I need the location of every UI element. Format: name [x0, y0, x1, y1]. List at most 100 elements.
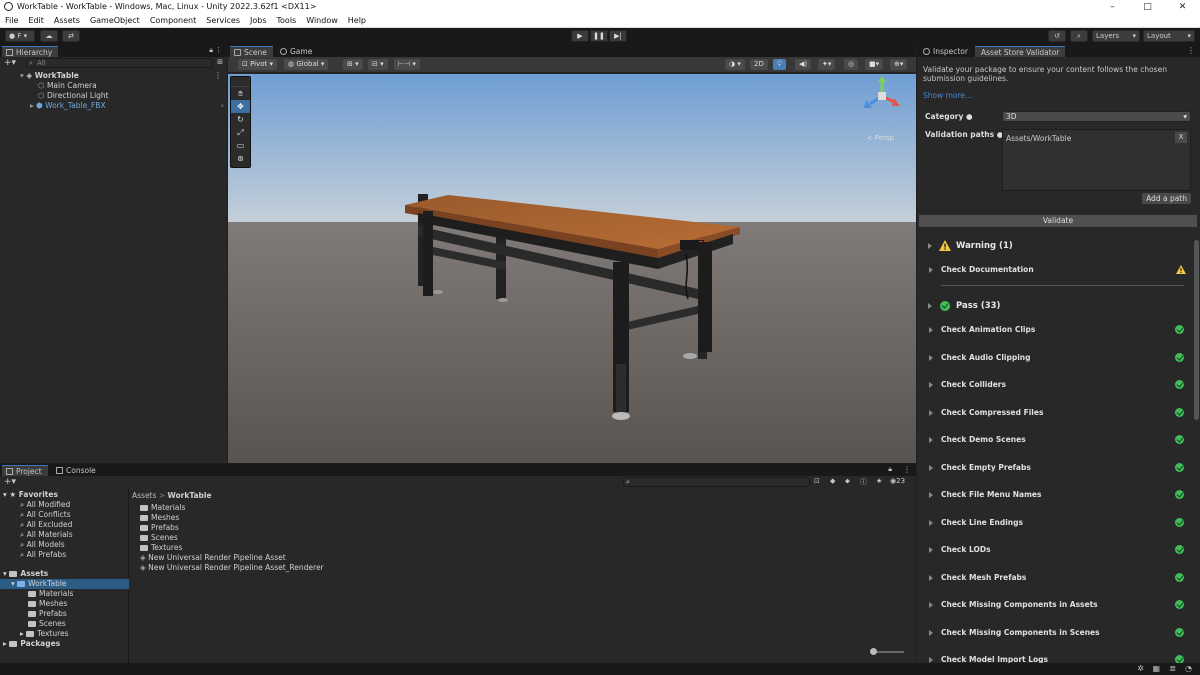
tab-project[interactable]: Project [2, 465, 48, 476]
menu-tools[interactable]: Tools [272, 16, 302, 25]
menu-help[interactable]: Help [343, 16, 371, 25]
file-item[interactable]: ◈ New Universal Render Pipeline Asset [140, 553, 286, 562]
hierarchy-search-input[interactable]: ⌕ All [26, 58, 213, 68]
cloud-button[interactable]: ☁ [40, 30, 58, 42]
menu-jobs[interactable]: Jobs [245, 16, 272, 25]
subfolder-item[interactable]: Meshes [28, 599, 67, 608]
worktable-folder[interactable]: ▾ WorkTable [11, 579, 67, 588]
check-row[interactable]: Check Demo Scenes [917, 435, 1200, 447]
subfolder-item[interactable]: Prefabs [28, 609, 67, 618]
subfolder-item[interactable]: ▸ Textures [20, 629, 69, 638]
move-tool-icon[interactable]: ✥ [231, 100, 250, 113]
favorite-item[interactable]: ⌕ All Modified [20, 500, 70, 510]
help-icon[interactable]: ● [966, 112, 973, 121]
check-row[interactable]: Check Missing Components in Scenes [917, 627, 1200, 640]
check-row[interactable]: Check Colliders [917, 380, 1200, 392]
search-by-type-icon[interactable]: ⊡ [814, 477, 820, 485]
scene-orientation-gizmo[interactable] [862, 76, 902, 140]
favorite-star-icon[interactable]: ★ [876, 477, 882, 485]
menu-file[interactable]: File [0, 16, 23, 25]
collab-button[interactable]: ⇄ [62, 30, 80, 42]
hierarchy-item[interactable]: ⬡ Main Camera [38, 81, 97, 90]
gizmos-dropdown[interactable]: ⊕▾ [890, 59, 908, 70]
more-options-icon[interactable]: ⋮ [903, 465, 911, 474]
favorite-item[interactable]: ⌕ All Models [20, 540, 65, 550]
history-button[interactable]: ↺ [1048, 30, 1066, 42]
favorites-header[interactable]: ▾ ★ Favorites [3, 490, 58, 499]
draw-mode-button[interactable]: ◑ ▾ [725, 59, 745, 70]
menu-assets[interactable]: Assets [49, 16, 85, 25]
more-options-icon[interactable]: ⋮ [215, 46, 222, 54]
tab-scene[interactable]: Scene [230, 46, 273, 57]
camera-dropdown[interactable]: ■▾ [865, 59, 884, 70]
pass-section-header[interactable]: Pass (33) [917, 300, 1200, 314]
remove-path-button[interactable]: X [1175, 132, 1187, 143]
progress-icon[interactable]: ≣ [1169, 664, 1176, 673]
hidden-objects-toggle[interactable]: ◎ [844, 59, 859, 70]
menu-window[interactable]: Window [301, 16, 343, 25]
search-by-label-icon[interactable]: ◆ [830, 477, 835, 485]
maximize-button[interactable]: □ [1130, 0, 1165, 14]
pivot-dropdown[interactable]: ⊡ Pivot ▾ [238, 59, 278, 70]
show-more-link[interactable]: Show more... [923, 91, 972, 100]
menu-edit[interactable]: Edit [23, 16, 49, 25]
rect-tool-icon[interactable]: ▭ [231, 139, 250, 152]
check-row[interactable]: Check Audio Clipping [917, 352, 1200, 365]
global-dropdown[interactable]: ◍ Global ▾ [284, 59, 329, 70]
more-options-icon[interactable]: ⋮ [1187, 46, 1195, 55]
check-row[interactable]: Check Animation Clips [917, 325, 1200, 337]
hand-tool-icon[interactable]: ✋︎ [231, 87, 250, 100]
menu-services[interactable]: Services [201, 16, 245, 25]
hierarchy-item[interactable]: ⬡ Directional Light [38, 91, 109, 100]
auto-refresh-icon[interactable]: ◔ [1185, 664, 1192, 673]
rotate-tool-icon[interactable]: ↻ [231, 113, 250, 126]
grid-snap-button[interactable]: ⊞ ▾ [343, 59, 363, 70]
file-item[interactable]: Prefabs [140, 523, 179, 532]
icon-size-slider-handle[interactable] [870, 648, 877, 655]
filter-icon[interactable]: ⊞ [217, 58, 223, 66]
breadcrumb-assets[interactable]: Assets [132, 491, 156, 500]
minimize-button[interactable]: – [1095, 0, 1130, 14]
tab-console[interactable]: Console [52, 465, 102, 476]
validate-button[interactable]: Validate [919, 215, 1197, 227]
transform-tool-icon[interactable]: ⊛ [231, 152, 250, 165]
hierarchy-root-scene[interactable]: ▾ ◈ WorkTable [20, 71, 79, 80]
warning-section-header[interactable]: Warning (1) [917, 240, 1200, 254]
scale-tool-icon[interactable]: ⤢ [231, 126, 250, 139]
ruler-button[interactable]: ⊢⊣ ▾ [394, 59, 420, 70]
assets-root[interactable]: ▾ Assets [3, 569, 48, 578]
search-by-importer-icon[interactable]: ⬥ [845, 477, 850, 486]
check-row[interactable]: Check Documentation [917, 265, 1200, 277]
check-row[interactable]: Check Empty Prefabs [917, 462, 1200, 475]
tab-game[interactable]: Game [276, 46, 318, 57]
close-button[interactable]: ✕ [1165, 0, 1200, 14]
lock-icon[interactable]: 🔒︎ [888, 465, 892, 474]
gizmo-projection-label[interactable]: < Persp [867, 134, 894, 142]
add-object-button[interactable]: +▾ [4, 58, 16, 68]
search-log-icon[interactable]: ⓘ [860, 477, 867, 487]
subfolder-item[interactable]: Scenes [28, 619, 66, 628]
tab-hierarchy[interactable]: Hierarchy [2, 46, 59, 57]
lighting-toggle[interactable]: 💡︎ [773, 59, 786, 70]
step-button[interactable]: ▶| [609, 30, 627, 42]
favorite-item[interactable]: ⌕ All Materials [20, 530, 73, 540]
play-button[interactable]: ▶ [571, 30, 589, 42]
chevron-right-icon[interactable]: › [221, 101, 224, 110]
inspector-scrollbar[interactable] [1194, 240, 1199, 420]
lock-icon[interactable]: 🔒︎ [209, 46, 213, 55]
layout-dropdown[interactable]: Layout ▾ [1143, 30, 1195, 42]
favorite-item[interactable]: ⌕ All Conflicts [20, 510, 71, 520]
pause-button[interactable]: ❚❚ [590, 30, 608, 42]
subfolder-item[interactable]: Materials [28, 589, 73, 598]
effects-dropdown[interactable]: ✦▾ [818, 59, 836, 70]
mode-2d-button[interactable]: 2D [750, 59, 768, 70]
check-row[interactable]: Check Mesh Prefabs [917, 572, 1200, 585]
audio-toggle[interactable]: ◀) [795, 59, 812, 70]
category-dropdown[interactable]: 3D ▾ [1002, 111, 1191, 122]
menu-gameobject[interactable]: GameObject [85, 16, 145, 25]
hierarchy-item[interactable]: ▸ ⬢ Work_Table_FBX [30, 101, 106, 110]
check-row[interactable]: Check Missing Components in Assets [917, 600, 1200, 612]
hidden-count-badge[interactable]: ◉23 [890, 477, 905, 485]
file-item[interactable]: Scenes [140, 533, 178, 542]
check-row[interactable]: Check Compressed Files [917, 407, 1200, 420]
